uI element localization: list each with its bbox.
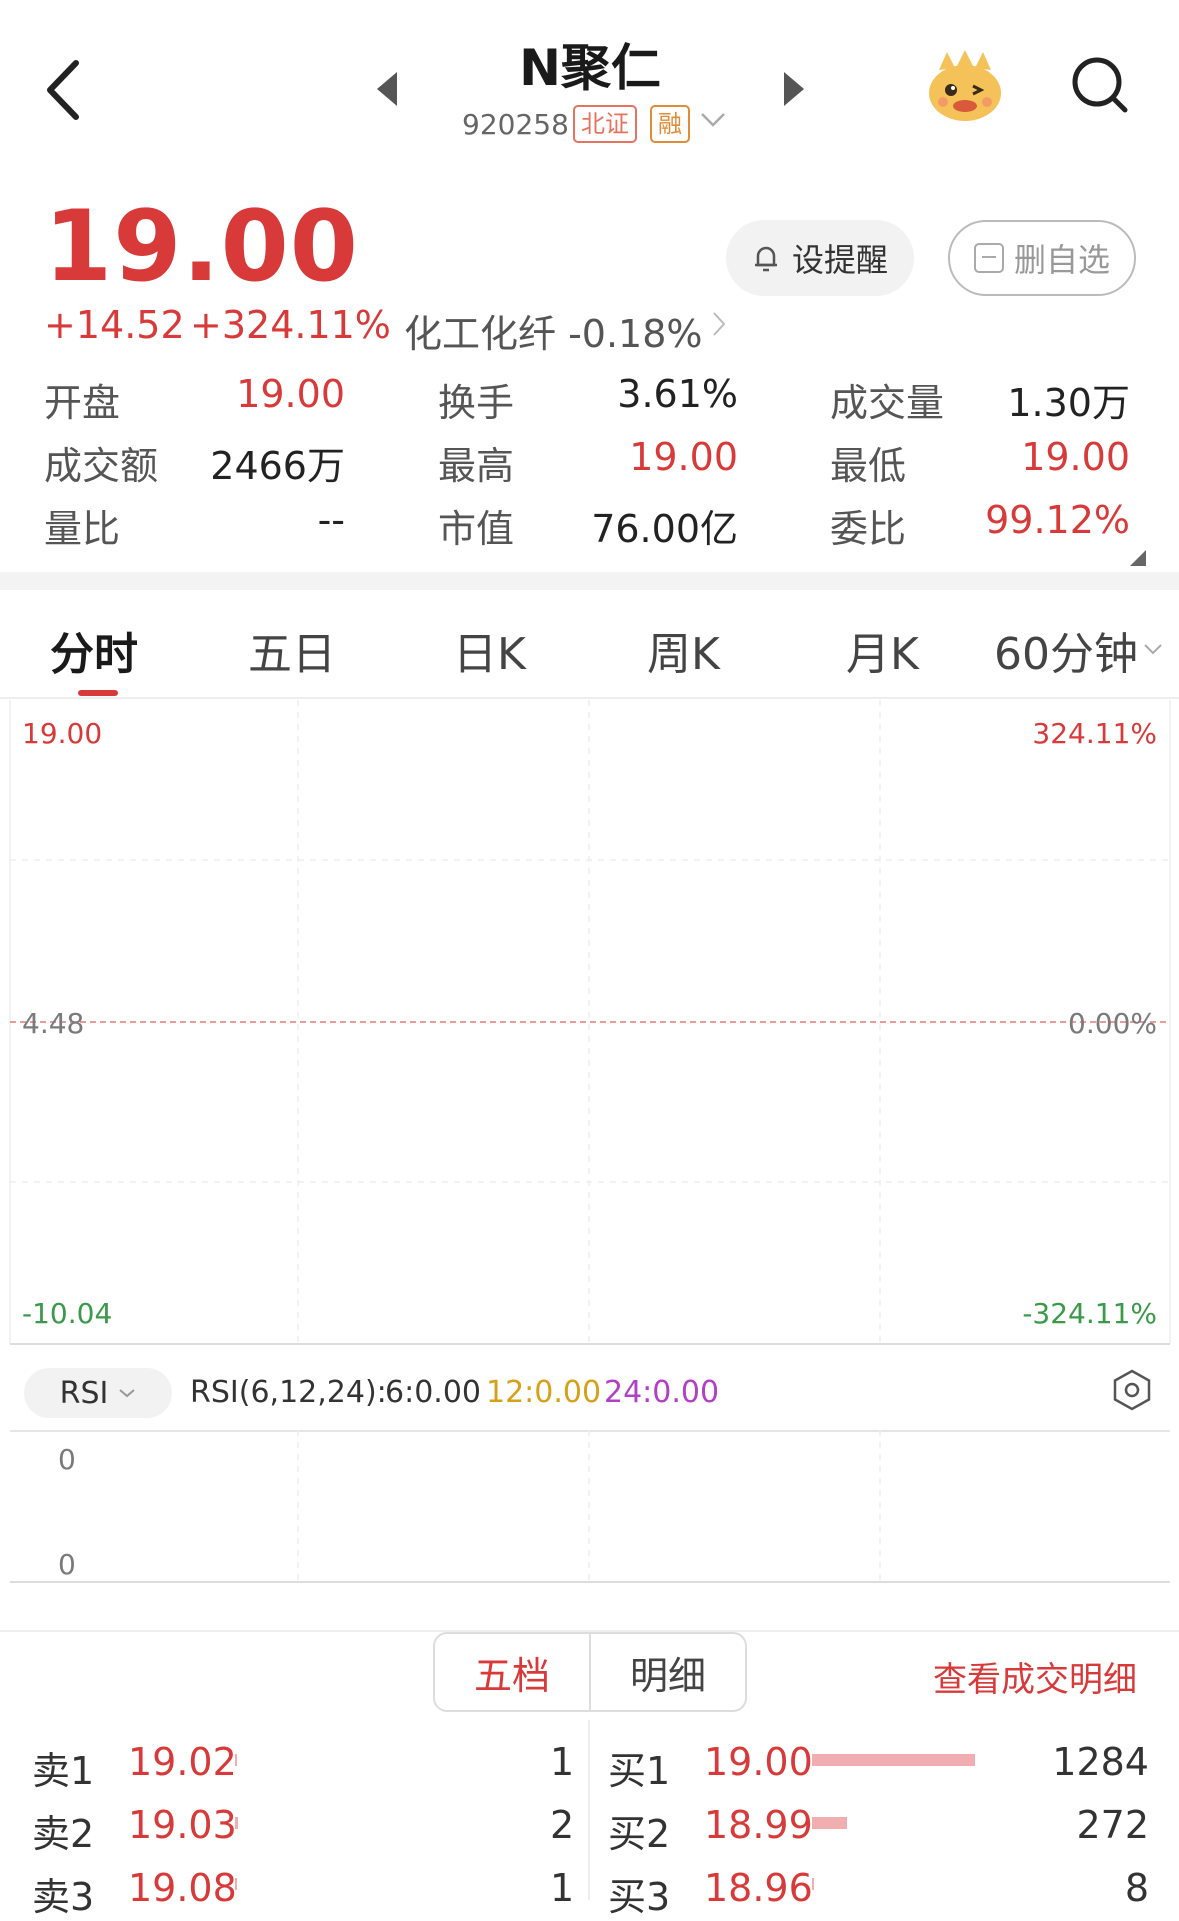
price-axis-bottom: -10.04: [22, 1297, 113, 1330]
indicator-selector[interactable]: RSI: [24, 1368, 172, 1418]
stat-value-turnover: 3.61%: [617, 372, 738, 416]
price-change: +14.52: [44, 303, 185, 347]
remove-watchlist-label: 删自选: [1013, 241, 1110, 279]
rsi12-value: 12:0.00: [486, 1375, 602, 1410]
stat-value-amount: 2466万: [210, 444, 345, 488]
sell-volume: 1: [550, 1740, 575, 1784]
chevron-right-icon: [713, 312, 726, 336]
expand-stats-icon[interactable]: [1130, 550, 1146, 566]
sell-volume: 1: [550, 1866, 575, 1910]
sell-bar: [235, 1878, 237, 1890]
stat-value-volume: 1.30万: [1007, 381, 1130, 425]
buy-price: 19.00: [704, 1740, 813, 1784]
chevron-down-icon: [119, 1389, 136, 1398]
stat-value-order-ratio: 99.12%: [985, 498, 1130, 542]
stock-code: 920258: [462, 108, 569, 141]
indicator-selector-label: RSI: [59, 1375, 109, 1411]
stat-label-turnover: 换手: [438, 381, 515, 425]
active-tab-indicator: [78, 690, 118, 696]
price-change-percent: +324.11%: [190, 303, 391, 347]
tab-tick-detail[interactable]: 明细: [591, 1634, 745, 1710]
previous-stock-icon[interactable]: [377, 72, 397, 106]
sell-price: 19.03: [128, 1803, 237, 1847]
stat-label-volume: 成交量: [830, 381, 945, 425]
sell-price: 19.08: [128, 1866, 237, 1910]
sell-volume: 2: [550, 1803, 575, 1847]
buy-price: 18.99: [704, 1803, 813, 1847]
tab-daily-k[interactable]: 日K: [453, 618, 526, 682]
tab-weekly-k[interactable]: 周K: [647, 618, 720, 682]
rsi24-value: 24:0.00: [604, 1375, 720, 1410]
stat-value-low: 19.00: [1021, 435, 1130, 479]
back-icon[interactable]: [40, 55, 90, 125]
stat-label-volume-ratio: 量比: [44, 507, 121, 551]
chevron-down-icon[interactable]: [1143, 643, 1163, 655]
tab-monthly-k[interactable]: 月K: [846, 618, 919, 682]
rsi-chart[interactable]: [0, 1430, 1179, 1590]
stat-label-high: 最高: [438, 444, 515, 488]
stock-name: N聚仁: [519, 39, 661, 97]
price-axis-mid: 4.48: [22, 1007, 85, 1040]
stat-label-open: 开盘: [44, 381, 121, 425]
sell-bar: [235, 1817, 238, 1829]
minus-box-icon: [973, 243, 1004, 273]
set-alert-button[interactable]: 设提醒: [726, 220, 914, 296]
sell-price: 19.02: [128, 1740, 237, 1784]
search-icon[interactable]: [1070, 55, 1130, 115]
pct-axis-mid: 0.00%: [1068, 1007, 1157, 1040]
pct-axis-top: 324.11%: [1032, 717, 1157, 750]
buy-label: 买3: [608, 1875, 671, 1919]
order-book-switch[interactable]: 五档 明细: [433, 1632, 747, 1712]
settings-icon[interactable]: [1110, 1368, 1154, 1412]
sell-label: 卖1: [32, 1749, 95, 1793]
stat-value-open: 19.00: [236, 372, 345, 416]
rsi-params: RSI(6,12,24):: [190, 1375, 387, 1410]
chevron-down-icon[interactable]: [700, 112, 726, 128]
tab-60-minute[interactable]: 60分钟: [994, 618, 1138, 682]
tab-five-levels[interactable]: 五档: [435, 1634, 591, 1710]
buy-depth-bar: [812, 1817, 847, 1829]
stat-label-amount: 成交额: [44, 444, 159, 488]
rsi-axis-top: 0: [58, 1443, 76, 1476]
sell-bar: [235, 1754, 237, 1766]
buy-price: 18.96: [704, 1866, 813, 1910]
buy-volume: 1284: [1052, 1740, 1149, 1784]
buy-label: 买2: [608, 1812, 671, 1856]
section-divider: [0, 572, 1179, 590]
stat-label-low: 最低: [830, 444, 907, 488]
buy-volume: 8: [1124, 1866, 1149, 1910]
margin-tag: 融: [650, 105, 690, 143]
stat-value-volume-ratio: --: [317, 498, 345, 542]
next-stock-icon[interactable]: [784, 72, 804, 106]
buy-label: 买1: [608, 1749, 671, 1793]
sell-label: 卖3: [32, 1875, 95, 1919]
tab-intraday[interactable]: 分时: [50, 618, 138, 682]
tab-five-day[interactable]: 五日: [248, 618, 336, 682]
order-book-column-divider: [588, 1720, 590, 1900]
tab-divider: [0, 697, 1179, 699]
pct-axis-bottom: -324.11%: [1022, 1297, 1157, 1330]
set-alert-label: 设提醒: [791, 241, 888, 279]
stat-label-order-ratio: 委比: [830, 507, 907, 551]
buy-volume: 272: [1076, 1803, 1149, 1847]
buy-depth-bar: [812, 1754, 975, 1766]
price-axis-top: 19.00: [22, 717, 103, 750]
current-price: 19.00: [44, 190, 359, 304]
stat-label-market-cap: 市值: [438, 507, 515, 551]
sell-label: 卖2: [32, 1812, 95, 1856]
rsi-axis-bottom: 0: [58, 1548, 76, 1581]
sector-link[interactable]: 化工化纤 -0.18%: [404, 303, 703, 358]
buy-depth-bar: [812, 1878, 814, 1890]
intraday-chart[interactable]: [0, 700, 1179, 1350]
remove-watchlist-button[interactable]: 删自选: [948, 220, 1136, 296]
stat-value-market-cap: 76.00亿: [591, 507, 738, 551]
stat-value-high: 19.00: [629, 435, 738, 479]
rsi6-value: 6:0.00: [385, 1375, 481, 1410]
exchange-tag: 北证: [573, 105, 637, 143]
mascot-icon[interactable]: [925, 48, 1005, 123]
bell-icon: [754, 246, 777, 272]
view-trade-detail-link[interactable]: 查看成交明细: [933, 1652, 1137, 1701]
